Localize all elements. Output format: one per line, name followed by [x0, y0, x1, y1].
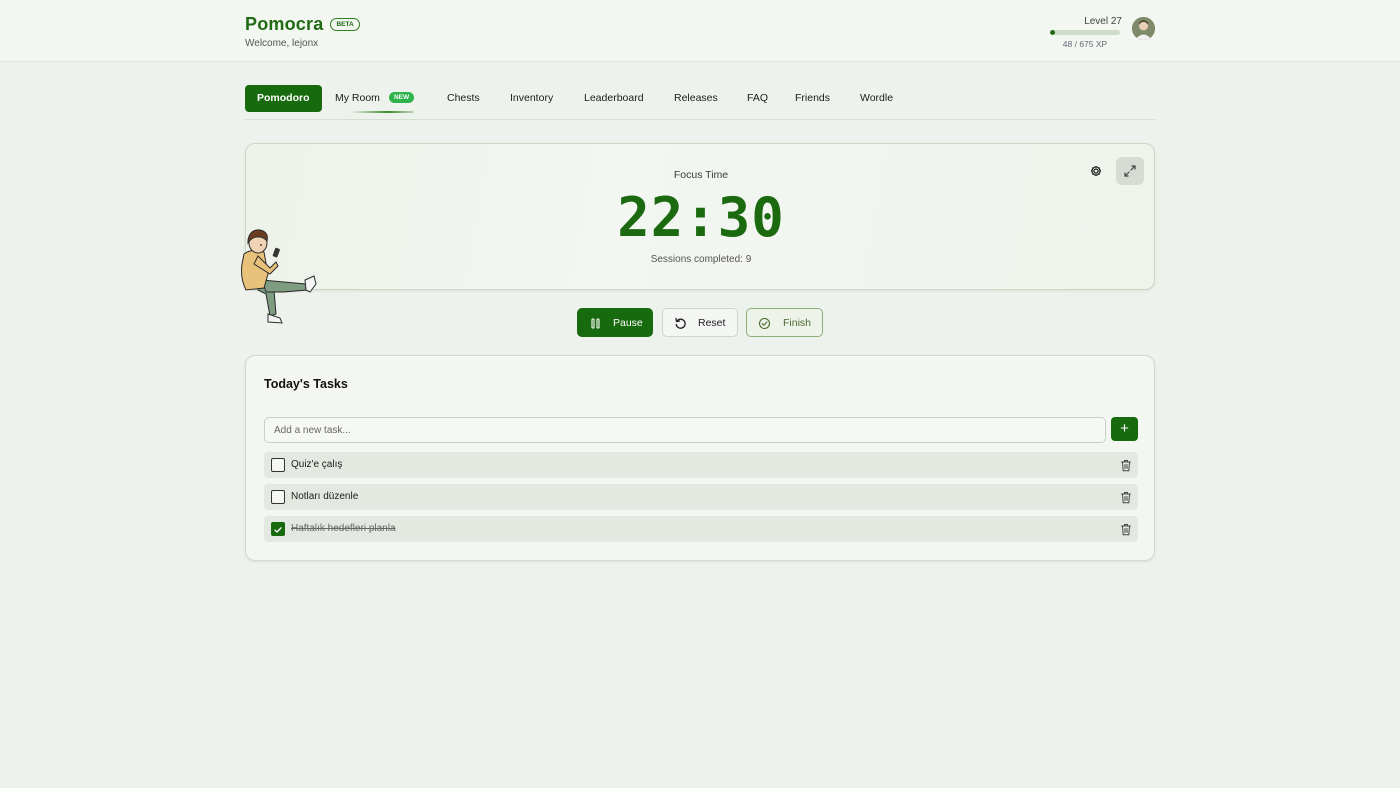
- task-checkbox[interactable]: [271, 458, 285, 472]
- user-avatar[interactable]: [1132, 17, 1155, 40]
- task-checkbox[interactable]: [271, 490, 285, 504]
- add-task-button[interactable]: +: [1111, 417, 1138, 441]
- timer-mode-label: Focus Time: [673, 169, 729, 181]
- new-badge: NEW: [388, 91, 415, 103]
- app-header: Pomocra BETA Welcome, lejonx Level 27 48…: [0, 0, 1400, 62]
- tab-label: FAQ: [747, 92, 769, 104]
- reset-icon: [675, 317, 686, 329]
- timer-card: Focus Time 22:30 Sessions completed: 9: [245, 143, 1155, 290]
- reset-button[interactable]: Reset: [662, 308, 738, 337]
- app-title[interactable]: Pomocra: [245, 14, 323, 35]
- task-row: Quiz'e çalış: [264, 452, 1138, 478]
- tab-highlight-underline: [350, 111, 414, 113]
- main-nav: Pomodoro My Room NEW Chests Inventory Lea…: [245, 85, 1155, 120]
- level-widget: Level 27 48 / 675 XP: [1050, 16, 1122, 49]
- beta-badge: BETA: [330, 18, 360, 31]
- task-checkbox[interactable]: [271, 522, 285, 536]
- task-text: Haftalık hedefleri planla: [291, 523, 396, 534]
- pause-label: Pause: [613, 316, 643, 329]
- task-row: Haftalık hedefleri planla: [264, 516, 1138, 542]
- tab-label: My Room: [335, 92, 380, 104]
- tab-releases[interactable]: Releases: [674, 85, 718, 112]
- tab-label: Wordle: [860, 92, 894, 104]
- xp-progress-bar: [1050, 30, 1120, 35]
- task-text: Notları düzenle: [291, 491, 359, 502]
- pause-button[interactable]: Pause: [577, 308, 653, 337]
- check-circle-icon: [758, 317, 771, 330]
- tab-pomodoro[interactable]: Pomodoro: [245, 85, 322, 112]
- reset-label: Reset: [698, 316, 726, 329]
- finish-label: Finish: [783, 316, 812, 329]
- tab-label: Leaderboard: [584, 92, 644, 104]
- trash-icon[interactable]: [1120, 491, 1132, 504]
- tab-my-room[interactable]: My Room NEW: [335, 85, 415, 112]
- tab-label: Chests: [447, 92, 480, 104]
- fullscreen-button[interactable]: [1116, 157, 1144, 185]
- tab-faq[interactable]: FAQ: [747, 85, 768, 112]
- tab-inventory[interactable]: Inventory: [510, 85, 553, 112]
- tab-chests[interactable]: Chests: [447, 85, 480, 112]
- trash-icon[interactable]: [1120, 459, 1132, 472]
- level-label: Level 27: [1084, 16, 1122, 27]
- tab-wordle[interactable]: Wordle: [860, 85, 893, 112]
- finish-button[interactable]: Finish: [746, 308, 823, 337]
- tab-friends[interactable]: Friends: [795, 85, 830, 112]
- welcome-text: Welcome, lejonx: [245, 38, 319, 49]
- tab-label: Pomodoro: [257, 92, 310, 104]
- settings-gear-icon[interactable]: [1088, 163, 1104, 179]
- tab-leaderboard[interactable]: Leaderboard: [584, 85, 644, 112]
- tab-label: Friends: [795, 92, 831, 104]
- trash-icon[interactable]: [1120, 523, 1132, 536]
- sessions-completed: Sessions completed: 9: [650, 254, 752, 265]
- expand-icon: [1124, 165, 1136, 177]
- pause-icon: [591, 318, 600, 329]
- task-text: Quiz'e çalış: [291, 459, 343, 470]
- task-row: Notları düzenle: [264, 484, 1138, 510]
- tab-label: Releases: [674, 92, 718, 104]
- sitting-character-illustration: [236, 226, 324, 328]
- new-task-input[interactable]: [264, 417, 1106, 443]
- check-icon: [274, 527, 282, 533]
- tasks-card: Today's Tasks + Quiz'e çalış Notları düz…: [245, 355, 1155, 561]
- xp-progress-fill: [1050, 30, 1055, 35]
- tasks-title: Today's Tasks: [264, 377, 348, 391]
- timer-display: 22:30: [617, 186, 785, 249]
- tab-label: Inventory: [510, 92, 554, 104]
- xp-text: 48 / 675 XP: [1062, 39, 1108, 49]
- brand: Pomocra BETA Welcome, lejonx: [245, 14, 360, 49]
